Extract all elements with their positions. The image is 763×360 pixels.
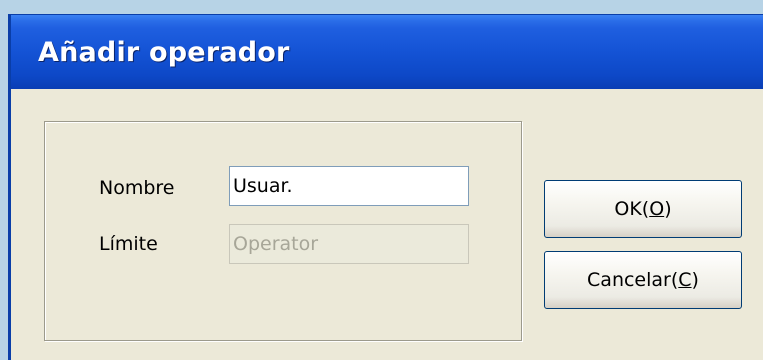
name-label: Nombre bbox=[99, 177, 175, 199]
ok-button-label: OK( bbox=[614, 198, 650, 220]
add-operator-dialog: Añadir operador Nombre Usuar. Límite Ope… bbox=[8, 14, 763, 360]
ok-button[interactable]: OK(O) bbox=[544, 180, 742, 238]
limit-label: Límite bbox=[99, 233, 158, 255]
cancel-button[interactable]: Cancelar(C) bbox=[544, 251, 742, 309]
limit-field: Operator bbox=[229, 224, 469, 264]
cancel-button-suffix: ) bbox=[691, 269, 699, 291]
cancel-mnemonic: C bbox=[678, 269, 692, 291]
ok-mnemonic: O bbox=[649, 198, 665, 220]
ok-button-suffix: ) bbox=[664, 198, 672, 220]
title-bar[interactable]: Añadir operador bbox=[11, 15, 763, 89]
name-field[interactable]: Usuar. bbox=[229, 166, 469, 206]
cancel-button-label: Cancelar( bbox=[587, 269, 679, 291]
dialog-title: Añadir operador bbox=[38, 37, 290, 68]
